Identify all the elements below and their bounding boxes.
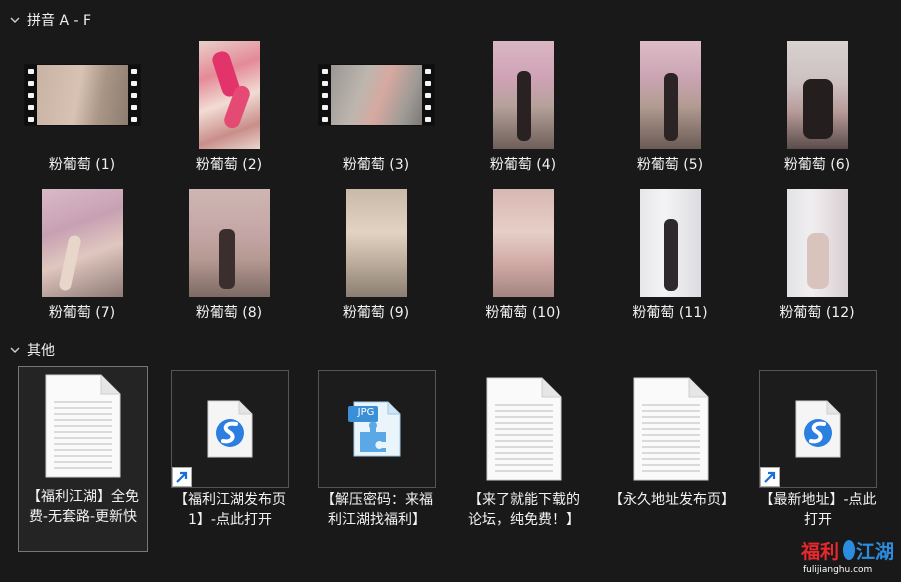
browser-shortcut-icon <box>207 400 253 458</box>
photo-thumbnail <box>345 189 407 297</box>
svg-text:江湖: 江湖 <box>856 541 893 563</box>
file-item-video[interactable]: 粉葡萄 (1) <box>17 40 147 184</box>
text-document-icon <box>633 377 709 481</box>
file-item-image[interactable]: JPG 【解压密码：来福利江湖找福利】 <box>312 370 442 530</box>
group-header-pinyin[interactable]: 拼音 A - F <box>0 9 91 31</box>
file-item-photo[interactable]: 粉葡萄 (8) <box>164 188 294 332</box>
file-item-photo[interactable]: 粉葡萄 (7) <box>17 188 147 332</box>
photo-thumbnail <box>786 189 848 297</box>
file-item-photo[interactable]: 粉葡萄 (12) <box>752 188 882 332</box>
shortcut-frame <box>759 370 877 488</box>
photo-thumbnail <box>639 189 701 297</box>
file-label: 粉葡萄 (5) <box>636 157 704 173</box>
file-label: 粉葡萄 (3) <box>342 157 410 173</box>
file-label: 粉葡萄 (12) <box>779 305 855 321</box>
file-label: 粉葡萄 (4) <box>489 157 557 173</box>
text-document-icon <box>45 374 121 478</box>
file-item-photo[interactable]: 粉葡萄 (6) <box>752 40 882 184</box>
shortcut-arrow-icon <box>760 467 780 487</box>
file-item-document[interactable]: 【来了就能下载的论坛，纯免费！】 <box>459 370 589 530</box>
file-item-photo[interactable]: 粉葡萄 (2) <box>164 40 294 184</box>
text-document-icon <box>486 377 562 481</box>
photo-thumbnail <box>188 189 270 297</box>
group-title: 拼音 A - F <box>27 13 92 29</box>
file-item-photo[interactable]: 粉葡萄 (11) <box>605 188 735 332</box>
video-thumbnail <box>317 64 435 126</box>
shortcut-arrow-icon <box>172 467 192 487</box>
photo-thumbnail <box>198 41 260 149</box>
file-item-video[interactable]: 粉葡萄 (3) <box>311 40 441 184</box>
photo-thumbnail <box>41 189 123 297</box>
file-label: 【永久地址发布页】 <box>609 492 735 508</box>
file-label: 【最新地址】-点此打开 <box>759 492 877 528</box>
file-label: 【解压密码：来福利江湖找福利】 <box>321 492 433 528</box>
file-label: 粉葡萄 (9) <box>342 305 410 321</box>
file-label: 粉葡萄 (8) <box>195 305 263 321</box>
image-file-frame: JPG <box>318 370 436 488</box>
svg-text:fulijianghu.com: fulijianghu.com <box>803 565 872 575</box>
file-item-photo[interactable]: 粉葡萄 (10) <box>458 188 588 332</box>
file-label: 粉葡萄 (10) <box>485 305 561 321</box>
file-item-photo[interactable]: 粉葡萄 (9) <box>311 188 441 332</box>
group-header-other[interactable]: 其他 <box>0 339 55 361</box>
photo-thumbnail <box>492 41 554 149</box>
file-label: 【福利江湖】全免费-无套路-更新快 <box>27 489 139 525</box>
file-label: 粉葡萄 (1) <box>48 157 116 173</box>
file-label: 【来了就能下载的论坛，纯免费！】 <box>468 492 580 528</box>
photo-thumbnail <box>492 189 554 297</box>
photo-thumbnail <box>786 41 848 149</box>
file-item-photo[interactable]: 粉葡萄 (5) <box>605 40 735 184</box>
video-thumbnail <box>23 64 141 126</box>
file-item-document[interactable]: 【永久地址发布页】 <box>606 370 736 510</box>
file-item-shortcut[interactable]: 【福利江湖发布页1】-点此打开 <box>165 370 295 530</box>
group-title: 其他 <box>27 343 55 359</box>
shortcut-frame <box>171 370 289 488</box>
chevron-down-icon[interactable] <box>9 14 21 26</box>
file-label: 粉葡萄 (6) <box>783 157 851 173</box>
svg-text:福利: 福利 <box>801 540 839 563</box>
browser-shortcut-icon <box>795 400 841 458</box>
file-label: 粉葡萄 (2) <box>195 157 263 173</box>
file-label: 粉葡萄 (7) <box>48 305 116 321</box>
file-item-document[interactable]: 【福利江湖】全免费-无套路-更新快 <box>18 366 148 552</box>
photo-thumbnail <box>639 41 701 149</box>
chevron-down-icon[interactable] <box>9 344 21 356</box>
jpg-badge: JPG <box>357 407 375 418</box>
file-label: 粉葡萄 (11) <box>632 305 708 321</box>
watermark-logo: 福利 江湖 fulijianghu.com <box>801 540 893 575</box>
file-label: 【福利江湖发布页1】-点此打开 <box>174 492 286 528</box>
file-item-photo[interactable]: 粉葡萄 (4) <box>458 40 588 184</box>
file-item-shortcut[interactable]: 【最新地址】-点此打开 <box>753 370 883 530</box>
